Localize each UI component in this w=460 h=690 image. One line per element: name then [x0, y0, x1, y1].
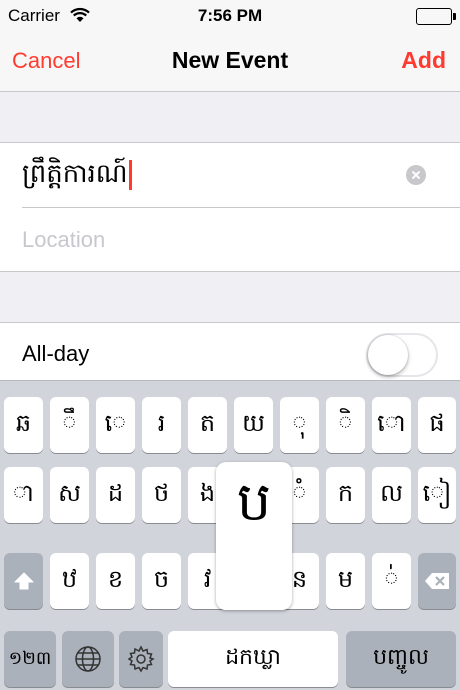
status-time: 7:56 PM — [197, 6, 263, 25]
key-preview-char: ប — [236, 470, 272, 533]
globe-icon — [75, 646, 101, 672]
location-field[interactable]: Location — [22, 227, 105, 253]
key[interactable]: ខ — [96, 553, 135, 609]
add-button[interactable]: Add — [401, 47, 446, 74]
key[interactable]: ់ — [372, 553, 411, 609]
key[interactable]: ិ — [326, 397, 365, 453]
return-key[interactable]: បញ្ចូល — [346, 631, 456, 687]
key-preview-popup: ប — [216, 462, 292, 610]
settings-key[interactable] — [119, 631, 163, 687]
delete-key[interactable] — [418, 553, 456, 609]
key[interactable]: ល — [372, 467, 411, 523]
key[interactable]: ត — [188, 397, 227, 453]
key[interactable]: ថ — [142, 467, 181, 523]
key[interactable]: យ — [234, 397, 273, 453]
all-day-label: All-day — [22, 341, 90, 366]
key[interactable]: រ — [142, 397, 181, 453]
backspace-icon — [425, 573, 449, 589]
event-details-group: ព្រឹត្តិការណ៍ Location — [0, 142, 460, 272]
text-caret — [128, 159, 132, 190]
key[interactable]: ស — [50, 467, 89, 523]
key[interactable]: ឋ — [50, 553, 89, 609]
clear-text-icon[interactable] — [406, 165, 426, 185]
key[interactable]: ដ — [96, 467, 135, 523]
status-bar: Carrier 7:56 PM — [0, 0, 460, 32]
gear-icon — [127, 645, 155, 673]
toggle-knob — [368, 335, 408, 375]
all-day-group: All-day — [0, 322, 460, 382]
shift-icon — [14, 572, 33, 590]
all-day-toggle[interactable] — [366, 333, 438, 377]
key[interactable]: ោ — [372, 397, 411, 453]
key[interactable]: ឆ — [4, 397, 43, 453]
battery-icon — [416, 8, 456, 25]
key[interactable]: េ — [96, 397, 135, 453]
key[interactable]: ក — [326, 467, 365, 523]
globe-key[interactable] — [62, 631, 114, 687]
nav-bar: Cancel New Event Add — [0, 32, 460, 92]
key[interactable]: ា — [4, 467, 43, 523]
title-field[interactable]: ព្រឹត្តិការណ៍ — [22, 157, 132, 195]
space-key[interactable]: ដកឃ្លា — [168, 631, 338, 687]
shift-key[interactable] — [4, 553, 43, 609]
key[interactable]: ច — [142, 553, 181, 609]
key[interactable]: ៀ — [418, 467, 456, 523]
location-row[interactable]: Location — [0, 207, 460, 271]
key[interactable]: ឹ — [50, 397, 89, 453]
key[interactable]: ផ — [418, 397, 456, 453]
numbers-key[interactable]: ១២៣ — [4, 631, 56, 687]
title-row[interactable]: ព្រឹត្តិការណ៍ — [0, 143, 460, 207]
key[interactable]: ម — [326, 553, 365, 609]
key[interactable]: ុ — [280, 397, 319, 453]
page-title: New Event — [171, 47, 289, 73]
title-value: ព្រឹត្តិការណ៍ — [22, 159, 128, 189]
